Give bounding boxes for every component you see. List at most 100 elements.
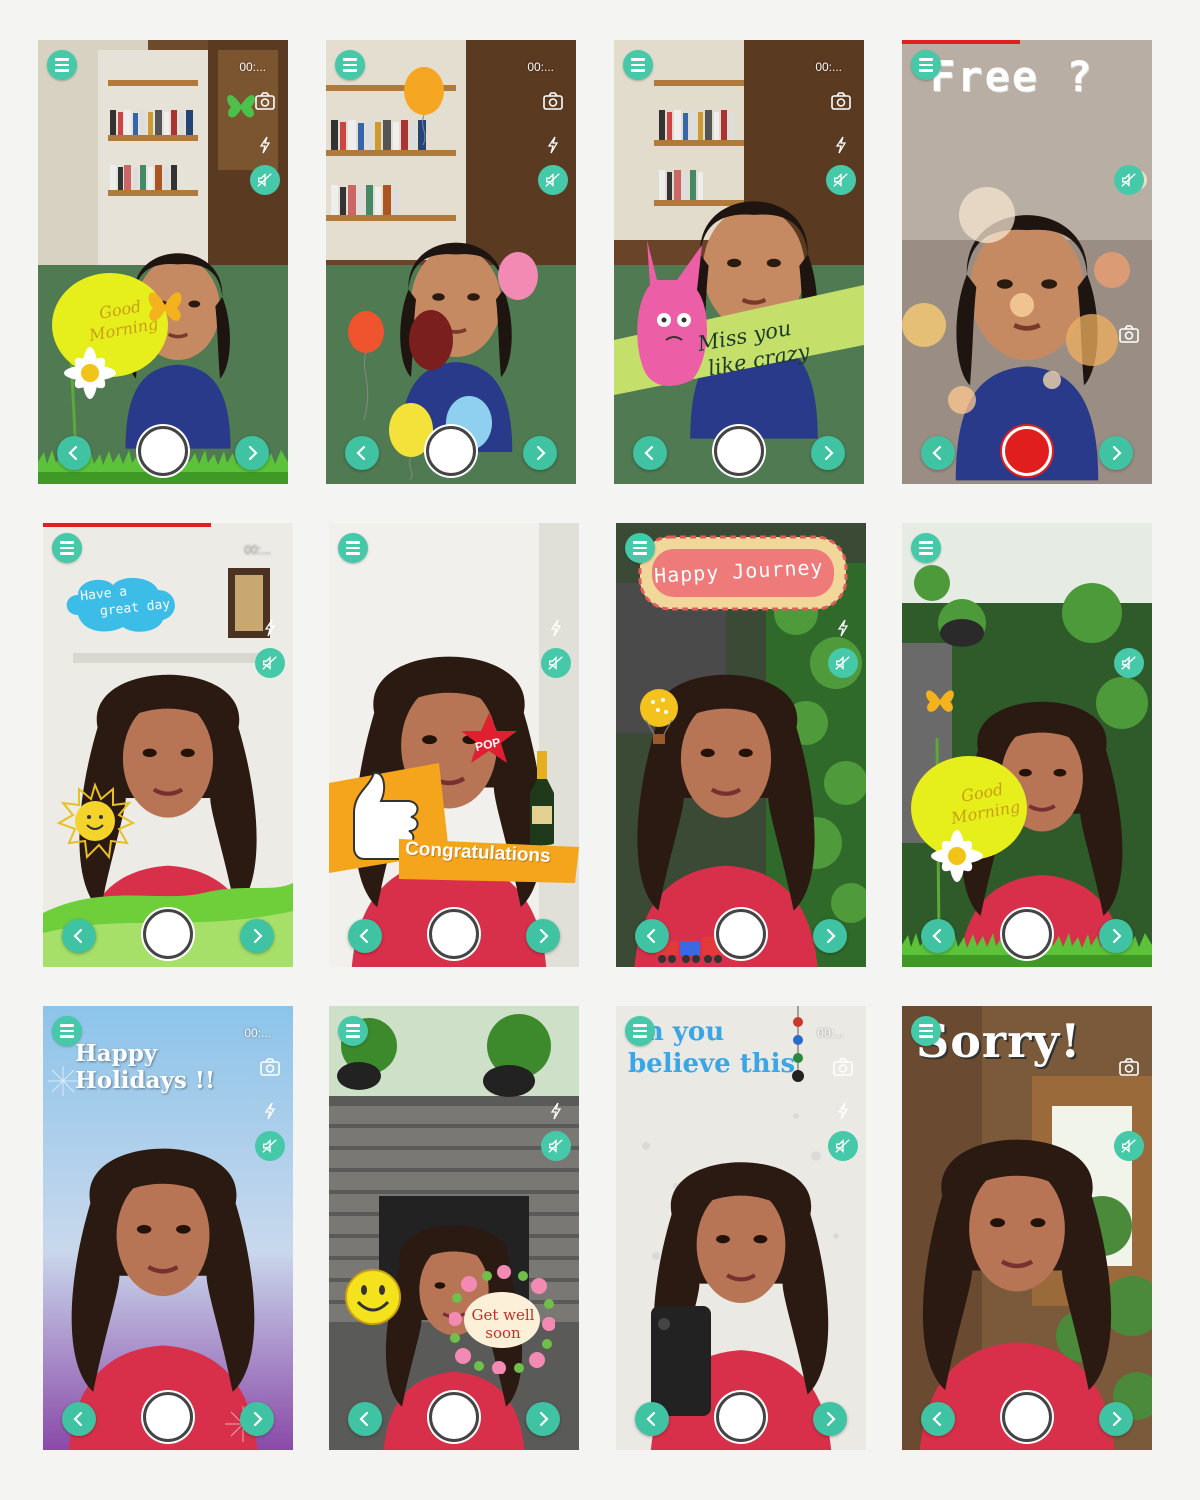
camera-switch-icon[interactable]	[1118, 1056, 1140, 1078]
sound-mute-button[interactable]	[255, 648, 285, 678]
screen-5: Have a great day 00:...	[43, 523, 293, 967]
shutter-button[interactable]	[143, 909, 193, 959]
chevron-left-icon	[73, 1411, 83, 1427]
shutter-button[interactable]	[1002, 909, 1052, 959]
sound-mute-icon	[545, 173, 560, 187]
previous-sticker-button[interactable]	[57, 436, 91, 470]
previous-sticker-button[interactable]	[62, 1402, 96, 1436]
flash-icon[interactable]	[549, 1102, 563, 1120]
sound-mute-button[interactable]	[250, 165, 280, 195]
shutter-button[interactable]	[716, 909, 766, 959]
sound-mute-button[interactable]	[541, 648, 571, 678]
shutter-button[interactable]	[429, 1392, 479, 1442]
sound-mute-button[interactable]	[828, 1131, 858, 1161]
shutter-button[interactable]	[1002, 1392, 1052, 1442]
next-sticker-button[interactable]	[1099, 919, 1133, 953]
chevron-right-icon	[1112, 1411, 1122, 1427]
previous-sticker-button[interactable]	[345, 436, 379, 470]
flash-icon[interactable]	[258, 136, 272, 154]
previous-sticker-button[interactable]	[62, 919, 96, 953]
previous-sticker-button[interactable]	[921, 919, 955, 953]
sound-mute-button[interactable]	[541, 1131, 571, 1161]
flash-icon[interactable]	[263, 619, 277, 637]
previous-sticker-button[interactable]	[635, 919, 669, 953]
sound-mute-button[interactable]	[538, 165, 568, 195]
camera-switch-icon[interactable]	[830, 90, 852, 112]
sound-mute-icon	[835, 656, 850, 670]
chevron-right-icon	[253, 1411, 263, 1427]
previous-sticker-button[interactable]	[635, 1402, 669, 1436]
chevron-left-icon	[359, 928, 369, 944]
next-sticker-button[interactable]	[813, 919, 847, 953]
menu-button[interactable]	[911, 50, 941, 80]
shutter-button[interactable]	[426, 426, 476, 476]
chevron-left-icon	[932, 445, 942, 461]
next-sticker-button[interactable]	[526, 1402, 560, 1436]
sorry-text: Sorry!	[916, 1014, 1082, 1068]
next-sticker-button[interactable]	[240, 1402, 274, 1436]
sound-mute-icon	[262, 656, 277, 670]
shutter-button[interactable]	[138, 426, 188, 476]
sound-mute-icon	[1121, 173, 1136, 187]
next-sticker-button[interactable]	[813, 1402, 847, 1436]
sound-mute-button[interactable]	[255, 1131, 285, 1161]
chevron-left-icon	[932, 1411, 942, 1427]
screen-12: Sorry!	[902, 1006, 1152, 1450]
chevron-left-icon	[356, 445, 366, 461]
next-sticker-button[interactable]	[1099, 436, 1133, 470]
camera-switch-icon[interactable]	[1118, 323, 1140, 345]
camera-switch-icon[interactable]	[259, 1056, 281, 1078]
next-sticker-button[interactable]	[235, 436, 269, 470]
record-stop-button[interactable]	[1002, 426, 1052, 476]
flash-icon[interactable]	[546, 136, 560, 154]
flash-icon[interactable]	[836, 1102, 850, 1120]
menu-button[interactable]	[625, 533, 655, 563]
previous-sticker-button[interactable]	[633, 436, 667, 470]
menu-button[interactable]	[911, 1016, 941, 1046]
flash-icon[interactable]	[263, 1102, 277, 1120]
sticker-line-2: believe this	[628, 1049, 796, 1079]
shutter-button[interactable]	[429, 909, 479, 959]
camera-switch-icon[interactable]	[832, 1056, 854, 1078]
menu-button[interactable]	[47, 50, 77, 80]
next-sticker-button[interactable]	[523, 436, 557, 470]
shutter-button[interactable]	[714, 426, 764, 476]
flash-icon[interactable]	[834, 136, 848, 154]
menu-button[interactable]	[335, 50, 365, 80]
previous-sticker-button[interactable]	[348, 1402, 382, 1436]
good-morning-sticker	[911, 738, 1027, 938]
recording-progress-bar	[43, 523, 211, 527]
previous-sticker-button[interactable]	[348, 919, 382, 953]
next-sticker-button[interactable]	[811, 436, 845, 470]
hot-air-balloon-sticker	[640, 689, 678, 744]
screen-10: Get well soon	[329, 1006, 579, 1450]
previous-sticker-button[interactable]	[921, 436, 955, 470]
shutter-button[interactable]	[716, 1392, 766, 1442]
next-sticker-button[interactable]	[526, 919, 560, 953]
shutter-button[interactable]	[143, 1392, 193, 1442]
sound-mute-button[interactable]	[1114, 648, 1144, 678]
sound-mute-button[interactable]	[1114, 1131, 1144, 1161]
menu-button[interactable]	[52, 533, 82, 563]
camera-switch-icon[interactable]	[254, 90, 276, 112]
sound-mute-button[interactable]	[826, 165, 856, 195]
next-sticker-button[interactable]	[240, 919, 274, 953]
previous-sticker-button[interactable]	[921, 1402, 955, 1436]
menu-button[interactable]	[338, 1016, 368, 1046]
screen-2: 00:...	[326, 40, 576, 484]
flash-icon[interactable]	[836, 619, 850, 637]
screen-11: an you believe this 00:...	[616, 1006, 866, 1450]
next-sticker-button[interactable]	[1099, 1402, 1133, 1436]
sticker-line-2: soon	[485, 1324, 521, 1342]
camera-switch-icon[interactable]	[542, 90, 564, 112]
menu-button[interactable]	[338, 533, 368, 563]
flash-icon[interactable]	[549, 619, 563, 637]
menu-button[interactable]	[625, 1016, 655, 1046]
smiley-face-sticker	[345, 1269, 401, 1325]
menu-button[interactable]	[911, 533, 941, 563]
sound-mute-button[interactable]	[1114, 165, 1144, 195]
menu-button[interactable]	[623, 50, 653, 80]
chevron-right-icon	[248, 445, 258, 461]
sound-mute-button[interactable]	[828, 648, 858, 678]
menu-button[interactable]	[52, 1016, 82, 1046]
